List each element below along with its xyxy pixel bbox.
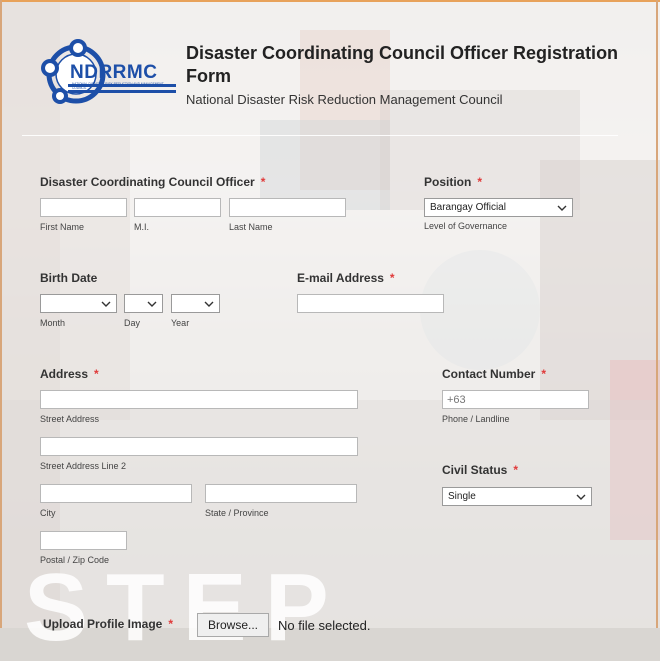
form-subtitle: National Disaster Risk Reduction Managem… [186,92,503,107]
first-name-sublabel: First Name [40,222,85,232]
chevron-down-icon [101,301,111,307]
contact-number-sublabel: Phone / Landline [442,414,510,424]
contact-number-input[interactable] [442,390,589,409]
required-asterisk: * [260,175,266,189]
birth-date-label: Birth Date [40,271,98,285]
upload-profile-image-label: Upload Profile Image * [43,617,173,631]
civil-status-label: Civil Status * [442,463,518,477]
street-address-line2-sublabel: Street Address Line 2 [40,461,127,471]
postal-code-input[interactable] [40,531,127,550]
upload-label-text: Upload Profile Image [43,617,163,631]
position-select-value: Barangay Official [430,202,506,213]
last-name-sublabel: Last Name [229,222,273,232]
email-label-text: E-mail Address [297,271,384,285]
birth-day-sublabel: Day [124,318,141,328]
civil-status-label-text: Civil Status [442,463,508,477]
logo-small-text: NATIONAL DISASTER RISK REDUCTION AND MAN… [72,82,164,90]
address-label: Address * [40,367,99,381]
city-input[interactable] [40,484,192,503]
civil-status-select[interactable]: Single [442,487,592,506]
email-label: E-mail Address * [297,271,395,285]
state-province-input[interactable] [205,484,357,503]
required-asterisk: * [389,271,395,285]
position-sublabel: Level of Governance [424,221,508,231]
chevron-down-icon [576,494,586,500]
birth-year-select[interactable] [171,294,220,313]
address-label-text: Address [40,367,89,381]
birth-year-sublabel: Year [171,318,190,328]
step-watermark: STEP [24,554,347,661]
ndrrmc-logo: NDRRMC NATIONAL DISASTER RISK REDUCTION … [38,38,176,110]
officer-label: Disaster Coordinating Council Officer * [40,175,265,189]
position-label: Position * [424,175,482,189]
logo-text: NDRRMC [70,62,158,83]
header-divider [22,135,618,136]
required-asterisk: * [477,175,483,189]
required-asterisk: * [94,367,99,381]
required-asterisk: * [513,463,519,477]
chevron-down-icon [557,205,567,211]
officer-label-text: Disaster Coordinating Council Officer [40,175,255,189]
contact-number-label: Contact Number * [442,367,546,381]
mi-sublabel: M.I. [134,222,149,232]
city-sublabel: City [40,508,56,518]
street-address-input[interactable] [40,390,358,409]
last-name-input[interactable] [229,198,346,217]
birth-month-select[interactable] [40,294,117,313]
street-address-sublabel: Street Address [40,414,100,424]
state-province-sublabel: State / Province [205,508,269,518]
civil-status-value: Single [448,491,476,502]
middle-initial-input[interactable] [134,198,221,217]
birth-day-select[interactable] [124,294,163,313]
top-accent-bar [0,0,660,2]
email-input[interactable] [297,294,444,313]
browse-button[interactable]: Browse... [197,613,270,637]
chevron-down-icon [204,301,214,307]
chevron-down-icon [147,301,157,307]
birth-month-sublabel: Month [40,318,66,328]
file-status-text: No file selected. [278,618,371,633]
required-asterisk: * [168,617,174,631]
required-asterisk: * [541,367,547,381]
contact-number-label-text: Contact Number [442,367,536,381]
position-label-text: Position [424,175,472,189]
first-name-input[interactable] [40,198,127,217]
form-title: Disaster Coordinating Council Officer Re… [186,43,619,86]
street-address-line2-input[interactable] [40,437,358,456]
position-select[interactable]: Barangay Official [424,198,573,217]
